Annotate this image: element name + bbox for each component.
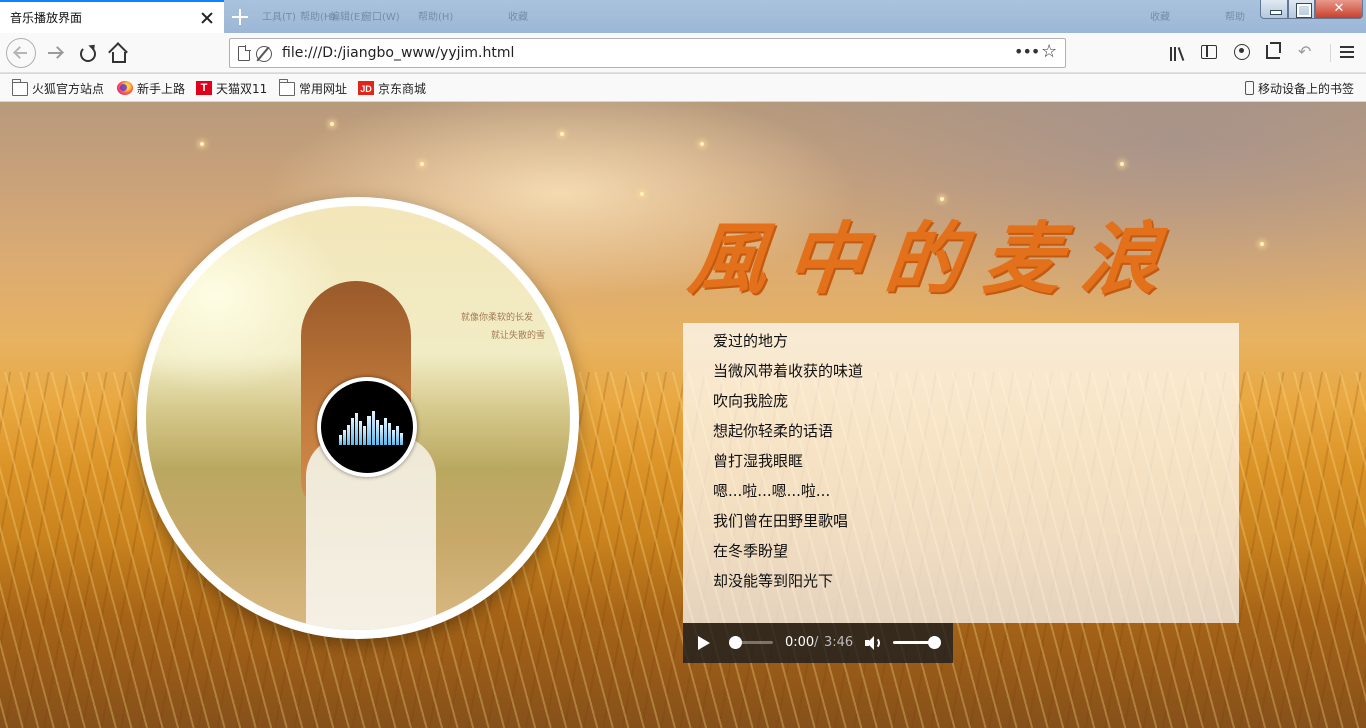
lyric-line: 当微风带着收获的味道: [713, 362, 864, 380]
menu-icon[interactable]: [1340, 46, 1354, 58]
library-icon[interactable]: [1168, 45, 1190, 61]
bookmarks-bar: 火狐官方站点 新手上路 T 天猫双11 常用网址 JD 京东商城 移动设备上的书…: [0, 74, 1366, 102]
page-content: 就像你柔软的长发 就让失散的雪 風中的麦浪 爱过的地方 当微风带着收获的味道 吹…: [0, 102, 1366, 728]
lyric-line: 想起你轻柔的话语: [713, 422, 834, 440]
account-icon[interactable]: [1234, 44, 1250, 60]
ghost-menu-text: 帮助: [1225, 12, 1245, 23]
ghost-menu-text: 工具(T): [262, 12, 296, 23]
toolbar-divider: [1330, 44, 1331, 62]
url-text[interactable]: file:///D:/jiangbo_www/yyjim.html: [282, 45, 514, 61]
progress-slider-thumb[interactable]: [729, 636, 742, 649]
close-tab-icon[interactable]: [200, 11, 214, 25]
album-cover-image: 就像你柔软的长发 就让失散的雪: [146, 206, 570, 630]
bookmark-label: 移动设备上的书签: [1258, 81, 1355, 96]
song-title-art: 風中的麦浪: [684, 214, 1185, 305]
lyric-line: 爱过的地方: [713, 332, 789, 350]
album-disc: 就像你柔软的长发 就让失散的雪: [137, 197, 579, 639]
folder-icon: [12, 79, 28, 96]
ghost-menu-text: 窗口(W): [362, 12, 400, 23]
jd-icon: JD: [358, 81, 374, 95]
firefox-icon: [117, 81, 133, 95]
bookmark-label: 常用网址: [299, 81, 348, 96]
bookmark-item[interactable]: 常用网址: [279, 79, 347, 97]
lyric-line: 曾打湿我眼眶: [713, 452, 804, 470]
audio-player: 0:00 / 3:46: [683, 623, 953, 663]
current-time: 0:00: [785, 635, 815, 650]
mobile-icon: [1245, 81, 1254, 95]
equalizer-icon: [339, 411, 403, 445]
sparkle: [200, 142, 204, 146]
tab-active[interactable]: 音乐播放界面: [0, 0, 224, 33]
back-button[interactable]: [6, 38, 36, 68]
sparkle: [1260, 242, 1264, 246]
sidebar-icon[interactable]: [1201, 45, 1217, 59]
album-cover-text: 就像你柔软的长发: [461, 313, 534, 323]
bookmark-label: 京东商城: [378, 81, 427, 96]
equalizer-badge: [317, 377, 417, 477]
address-bar[interactable]: file:///D:/jiangbo_www/yyjim.html ••• ☆: [229, 38, 1066, 68]
bookmark-item[interactable]: 新手上路: [117, 79, 185, 97]
sparkle: [330, 122, 334, 126]
bookmark-label: 新手上路: [137, 81, 186, 96]
volume-slider-thumb[interactable]: [928, 636, 941, 649]
page-actions-icon[interactable]: •••: [1014, 44, 1040, 61]
lyrics-panel: 爱过的地方 当微风带着收获的味道 吹向我脸庞 想起你轻柔的话语 曾打湿我眼眶 嗯…: [683, 323, 1239, 623]
lyric-line: 吹向我脸庞: [713, 392, 789, 410]
maximize-button[interactable]: [1288, 0, 1315, 19]
bookmark-item[interactable]: JD 京东商城: [358, 79, 426, 97]
lyric-line: 我们曾在田野里歌唱: [713, 512, 849, 530]
tmall-icon: T: [196, 81, 212, 95]
sparkle: [640, 192, 644, 196]
ghost-menu-text: 编辑(E): [330, 12, 365, 23]
forward-button[interactable]: [40, 38, 70, 68]
mobile-bookmarks-item[interactable]: 移动设备上的书签: [1245, 79, 1354, 97]
close-icon: ✕: [1333, 1, 1345, 16]
bookmark-label: 火狐官方站点: [32, 81, 105, 96]
sparkle: [1120, 162, 1124, 166]
minimize-button[interactable]: [1260, 0, 1288, 19]
new-tab-icon[interactable]: [228, 5, 252, 29]
page-icon[interactable]: [238, 45, 251, 61]
tab-strip: 音乐播放界面 工具(T) 帮助(H) 编辑(E) 窗口(W) 帮助(H) 收藏 …: [0, 0, 1366, 33]
lyric-line: 在冬季盼望: [713, 542, 789, 560]
time-separator: /: [814, 635, 819, 650]
sparkle: [560, 132, 564, 136]
sparkle: [700, 142, 704, 146]
screenshot-icon[interactable]: [1266, 42, 1281, 59]
lyric-line: 嗯...啦...嗯...啦...: [713, 482, 831, 500]
ghost-menu-text: 帮助(H): [418, 12, 454, 23]
album-cover-text: 就让失散的雪: [491, 331, 546, 341]
bookmark-item[interactable]: 火狐官方站点: [12, 79, 104, 97]
ghost-menu-text: 收藏: [508, 12, 528, 23]
tab-title: 音乐播放界面: [10, 11, 83, 25]
permissions-icon[interactable]: [256, 46, 272, 62]
reload-button[interactable]: [72, 38, 102, 68]
lyric-line: 却没能等到阳光下: [713, 572, 834, 590]
bookmark-label: 天猫双11: [216, 81, 268, 96]
folder-icon: [279, 79, 295, 96]
navigation-bar: file:///D:/jiangbo_www/yyjim.html ••• ☆: [0, 33, 1366, 73]
sparkle: [420, 162, 424, 166]
duration: 3:46: [824, 635, 854, 650]
undo-icon[interactable]: ↶: [1298, 44, 1314, 60]
play-icon[interactable]: [698, 636, 710, 650]
bookmark-star-icon[interactable]: ☆: [1041, 41, 1061, 63]
close-window-button[interactable]: ✕: [1315, 0, 1363, 19]
bookmark-item[interactable]: T 天猫双11: [196, 79, 267, 97]
ghost-menu-text: 收藏: [1150, 12, 1170, 23]
home-button[interactable]: [102, 38, 132, 68]
